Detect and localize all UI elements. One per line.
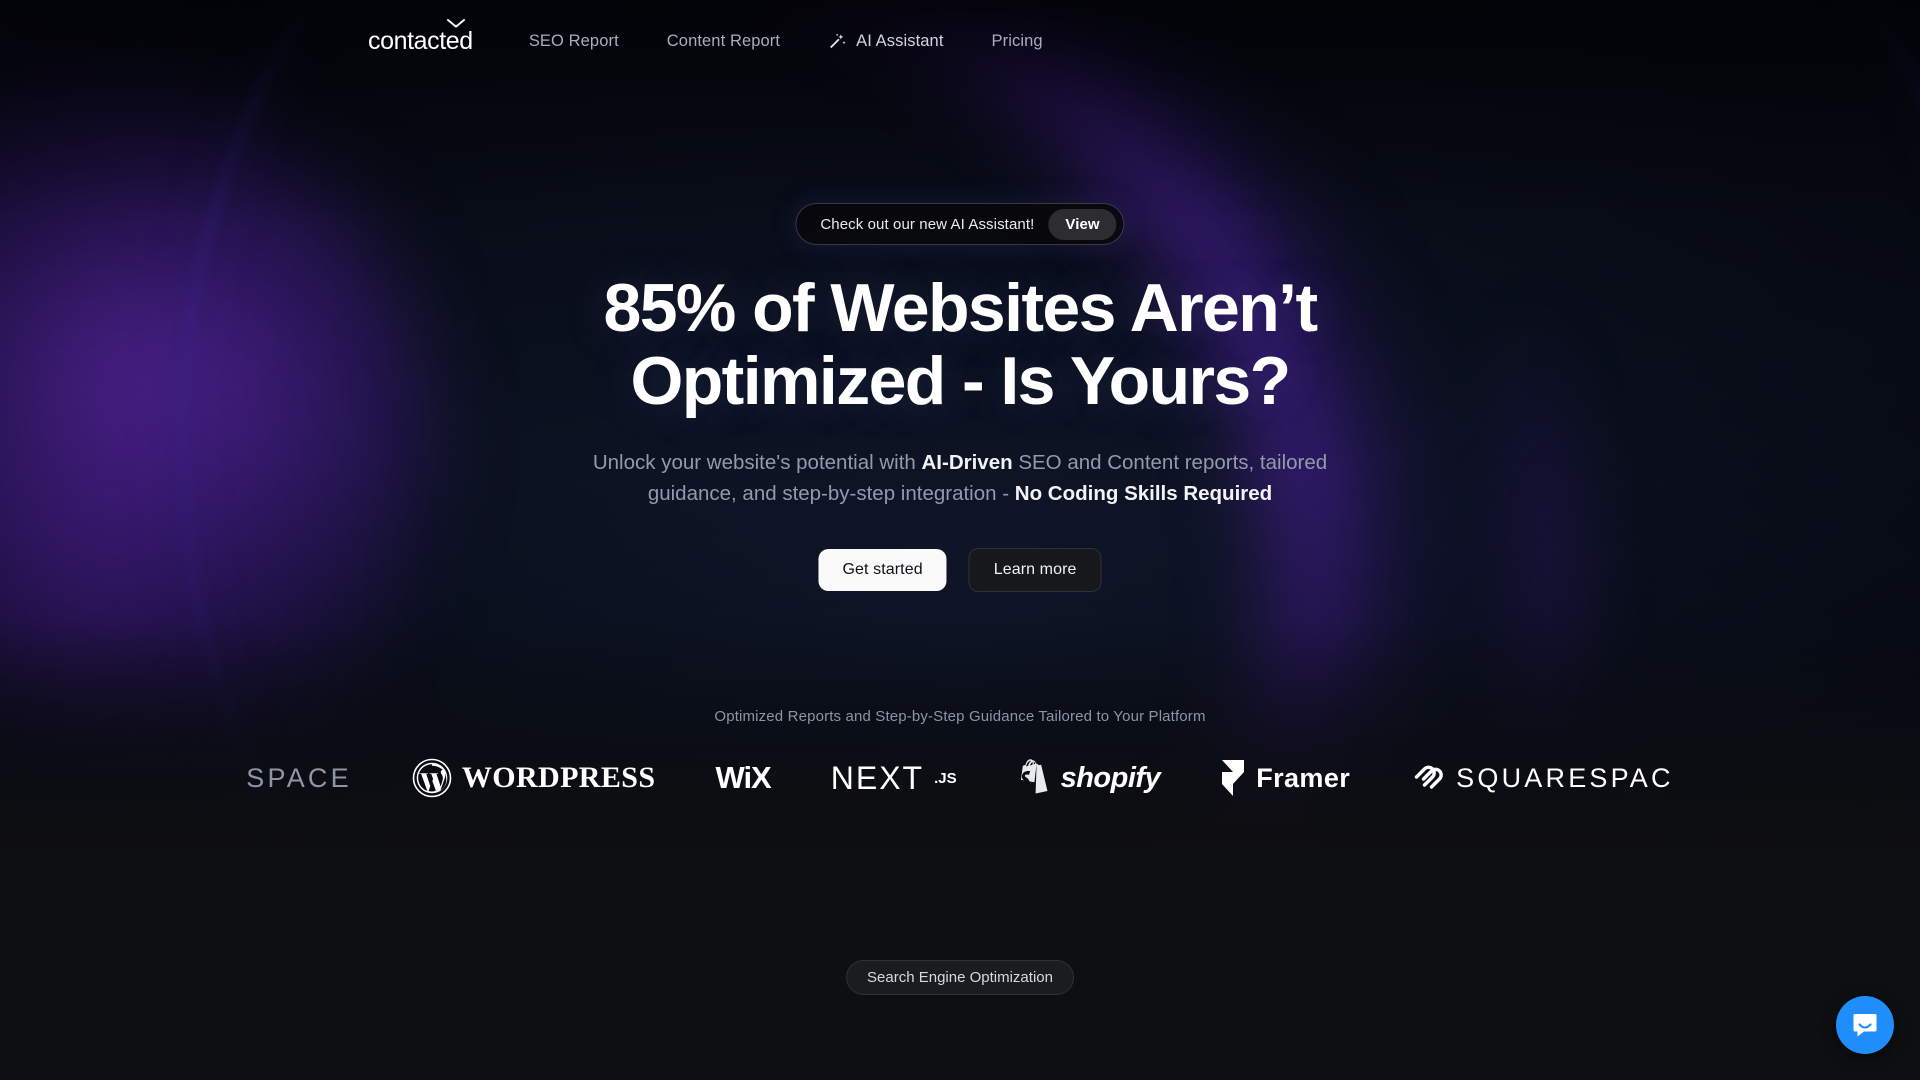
- logo-label: SPACE: [246, 762, 352, 793]
- framer-icon: [1222, 760, 1245, 796]
- nav-link-ai-assistant[interactable]: AI Assistant: [828, 32, 943, 51]
- shopify-bag-icon: [1020, 759, 1048, 794]
- hero-section: contacted SEO Report Content Report AI A…: [0, 0, 1920, 860]
- nav-link-content-report[interactable]: Content Report: [667, 32, 780, 51]
- logo-wix: WiX: [715, 754, 771, 802]
- top-navbar: contacted SEO Report Content Report AI A…: [0, 0, 1920, 82]
- logo-label-suffix: .JS: [934, 769, 957, 787]
- logo-squarespace: SQUARESPAC: [1410, 754, 1674, 802]
- brand-logo-text: contacted: [368, 26, 473, 55]
- nav-link-pricing[interactable]: Pricing: [992, 32, 1043, 51]
- page-title: 85% of Websites Aren’t Optimized - Is Yo…: [410, 270, 1510, 420]
- logo-wordpress: WORDPRESS: [412, 754, 656, 802]
- nav-link-label: AI Assistant: [856, 31, 944, 50]
- nav-link-seo-report[interactable]: SEO Report: [529, 32, 619, 51]
- nav-link-label: Content Report: [666, 31, 781, 50]
- logo-framer: Framer: [1220, 754, 1350, 802]
- chevron-down-icon: [446, 18, 465, 28]
- announcement-text: Check out our new AI Assistant!: [820, 215, 1035, 233]
- logo-label: Framer: [1256, 762, 1351, 793]
- nav-link-label: Pricing: [991, 31, 1043, 50]
- chat-launcher-button[interactable]: [1836, 996, 1894, 1054]
- navbar-links: SEO Report Content Report AI Assistant P…: [529, 32, 1043, 51]
- section-pill-seo[interactable]: Search Engine Optimization: [846, 960, 1074, 995]
- learn-more-button[interactable]: Learn more: [968, 548, 1102, 592]
- platform-logos-marquee: SPACE WORDPRESS WiX NEXT .JS shopify Fra…: [0, 745, 1920, 811]
- logo-shopify: shopify: [1017, 754, 1161, 802]
- wordpress-icon: [412, 758, 452, 798]
- navbar-inner: contacted SEO Report Content Report AI A…: [368, 18, 1043, 55]
- headline-line-1: 85% of Websites Aren’t: [603, 270, 1319, 346]
- logo-label: shopify: [1060, 761, 1161, 794]
- hero-bottom-fade: [0, 620, 1920, 860]
- logos-caption: Optimized Reports and Step-by-Step Guida…: [714, 708, 1206, 725]
- get-started-button[interactable]: Get started: [818, 549, 947, 591]
- logo-label: WiX: [715, 760, 771, 795]
- announcement-banner[interactable]: Check out our new AI Assistant! View: [795, 203, 1125, 245]
- lower-section: Search Engine Optimization: [0, 860, 1920, 1080]
- logo-label: SQUARESPAC: [1456, 762, 1674, 793]
- hero-subtitle: Unlock your website's potential with AI-…: [555, 448, 1365, 510]
- logo-squarespace-partial: SPACE: [246, 754, 352, 802]
- magic-wand-icon: [830, 33, 846, 48]
- announcement-view-button[interactable]: View: [1048, 208, 1117, 240]
- headline-line-2: Optimized - Is Yours?: [630, 343, 1291, 420]
- subtitle-strong-1: AI-Driven: [921, 451, 1013, 474]
- chat-bubble-smile-icon: [1853, 1014, 1877, 1037]
- hero-cta-group: Get started Learn more: [818, 548, 1102, 592]
- logo-nextjs: NEXT .JS: [831, 754, 957, 802]
- logo-label: NEXT: [830, 759, 925, 796]
- brand-logo[interactable]: contacted: [368, 18, 473, 55]
- squarespace-icon: [1414, 765, 1444, 789]
- subtitle-part-1: Unlock your website's potential with: [592, 451, 922, 474]
- nav-link-label: SEO Report: [528, 31, 619, 50]
- logo-label: WORDPRESS: [461, 761, 656, 794]
- subtitle-strong-2: No Coding Skills Required: [1014, 481, 1273, 505]
